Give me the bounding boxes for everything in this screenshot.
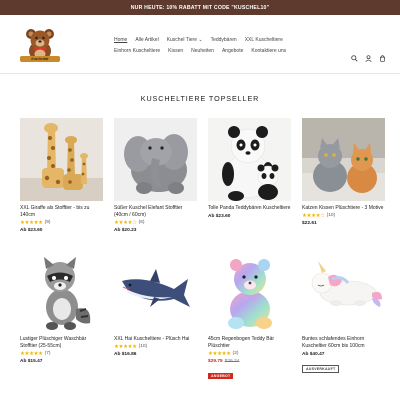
product-image-panda[interactable]: [208, 118, 291, 201]
product-card[interactable]: Tolle Panda Teddybären Kuscheltiere Ab $…: [208, 118, 291, 219]
announcement-text: NUR HEUTE: 10% RABATT MIT CODE "KUSCHEL1…: [130, 4, 270, 11]
review-count: (6): [138, 220, 145, 225]
product-price: $29.75 $26.24: [208, 359, 291, 364]
product-title[interactable]: Süßer Kuschel Elefant Stofftier (40cm / …: [114, 205, 197, 219]
product-rating: ★★★★★ (9): [20, 220, 103, 226]
review-count: (10): [326, 213, 336, 219]
product-title[interactable]: Katzen Kissen Plüschtiere - 3 Motive: [302, 205, 385, 212]
cart-icon[interactable]: [379, 55, 386, 62]
product-title[interactable]: 45cm Regenbogen Teddy Bär Plüschtier: [208, 336, 291, 350]
product-card[interactable]: XXL Hai Kuscheltiere - Plüsch Hai ★★★★★ …: [114, 249, 197, 357]
sale-badge: ANGEBOT: [208, 372, 234, 379]
nav-kuschel-tiere[interactable]: Kuschel Tiere ⌄: [167, 37, 203, 43]
product-rating: ★★★★☆ (6): [114, 220, 197, 226]
sold-out-badge: AUSVERKAUFT: [302, 364, 340, 373]
nav-einhorn[interactable]: Einhorn Kuscheltiere: [114, 48, 160, 54]
product-card[interactable]: 45cm Regenbogen Teddy Bär Plüschtier ★★★…: [208, 249, 291, 382]
product-rating: ★★★★★ (10): [114, 344, 197, 350]
logo-text: Kuschelbär: [20, 56, 60, 62]
product-image-elephant[interactable]: [114, 118, 197, 201]
product-image-giraffe[interactable]: [20, 118, 103, 201]
review-count: (10): [138, 344, 148, 350]
product-image-rainbow-teddy[interactable]: [208, 249, 291, 332]
sale-price: $29.75: [208, 358, 223, 364]
product-rating: ★★★★★ (2): [208, 351, 291, 357]
review-count: (9): [44, 220, 51, 225]
review-count: (2): [232, 351, 239, 356]
nav-all-items[interactable]: Alle Artikel: [135, 37, 158, 43]
product-title[interactable]: XXL Giraffe als Stofftier - bis zu 140cm: [20, 205, 103, 219]
product-price: Ab $15.47: [20, 358, 43, 364]
product-image-cats[interactable]: [302, 118, 385, 201]
review-count: (7): [44, 351, 51, 356]
product-title[interactable]: Tolle Panda Teddybären Kuscheltiere: [208, 205, 291, 212]
header-divider: [0, 73, 400, 74]
product-title[interactable]: XXL Hai Kuscheltiere - Plüsch Hai: [114, 336, 197, 343]
product-card[interactable]: Lustiger Plüschiger Waschbär Stofftier (…: [20, 249, 103, 364]
original-price: $26.24: [224, 358, 240, 364]
product-card[interactable]: Buntes schlafendes Einhorn Kuscheltier 6…: [302, 249, 385, 375]
product-card[interactable]: Katzen Kissen Plüschtiere - 3 Motive ★★★…: [302, 118, 385, 226]
nav-kontakt[interactable]: Kontaktiere uns: [251, 48, 286, 54]
nav-angebote[interactable]: Angebote: [222, 48, 243, 54]
star-rating: ★★★★★: [114, 343, 137, 350]
product-image-raccoon[interactable]: [20, 249, 103, 332]
star-rating: ★★★★★: [208, 350, 231, 357]
product-price: Ab $23.60: [20, 227, 43, 233]
nav-row-2: Einhorn Kuscheltiere Kissen Neuheiten An…: [114, 48, 286, 54]
nav-kissen[interactable]: Kissen: [168, 48, 183, 54]
product-rating: ★★★★★ (7): [20, 351, 103, 357]
search-icon[interactable]: [351, 55, 358, 62]
product-image-unicorn[interactable]: [302, 249, 385, 332]
account-icon[interactable]: [365, 55, 372, 62]
nav-xxl[interactable]: XXL Kuscheltiere: [245, 37, 283, 43]
star-rating: ★★★★☆: [114, 219, 137, 226]
product-rating: ★★★★☆ (10): [302, 213, 385, 219]
header-icons: [351, 55, 386, 62]
star-rating: ★★★★★: [20, 219, 43, 226]
product-price: Ab $16.86: [114, 351, 137, 357]
product-price: Ab $40.47: [302, 351, 325, 357]
product-title[interactable]: Buntes schlafendes Einhorn Kuscheltier 6…: [302, 336, 385, 350]
star-rating: ★★★★☆: [302, 212, 325, 219]
product-card[interactable]: Süßer Kuschel Elefant Stofftier (40cm / …: [114, 118, 197, 233]
nav-row-1: Home Alle Artikel Kuschel Tiere ⌄ Teddyb…: [114, 37, 286, 43]
section-title: KUSCHELTIERE TOPSELLER: [140, 94, 260, 103]
star-rating: ★★★★★: [20, 350, 43, 357]
announcement-bar: NUR HEUTE: 10% RABATT MIT CODE "KUSCHEL1…: [0, 0, 400, 15]
product-card[interactable]: XXL Giraffe als Stofftier - bis zu 140cm…: [20, 118, 103, 233]
nav-home[interactable]: Home: [114, 37, 127, 43]
product-title[interactable]: Lustiger Plüschiger Waschbär Stofftier (…: [20, 336, 103, 350]
product-price: Ab $23.60: [208, 213, 231, 219]
nav-teddybaeren[interactable]: Teddybären: [211, 37, 237, 43]
nav-neuheiten[interactable]: Neuheiten: [191, 48, 214, 54]
site-header: Kuschelbär Home Alle Artikel Kuschel Tie…: [0, 15, 400, 73]
product-price: Ab $20.23: [114, 227, 137, 233]
product-image-shark[interactable]: [114, 249, 197, 332]
product-price: $22.61: [302, 220, 317, 226]
main-nav: Home Alle Artikel Kuschel Tiere ⌄ Teddyb…: [114, 37, 286, 59]
